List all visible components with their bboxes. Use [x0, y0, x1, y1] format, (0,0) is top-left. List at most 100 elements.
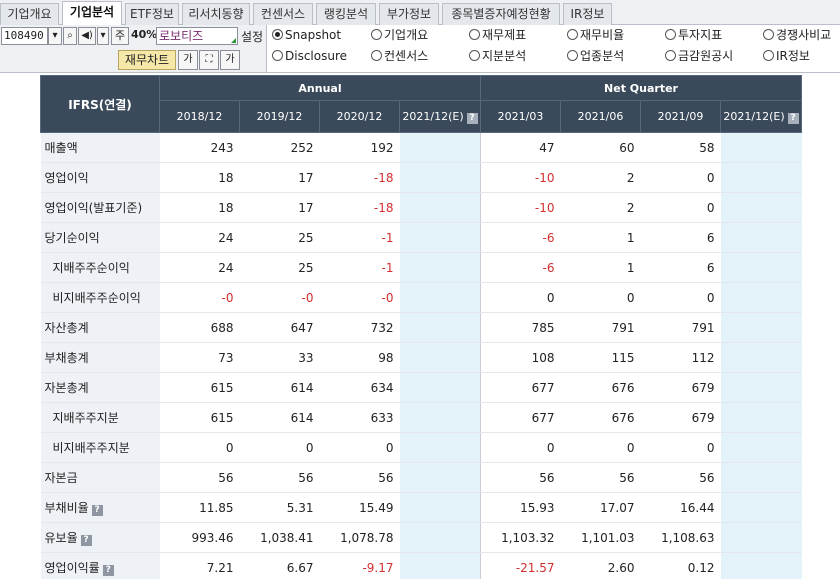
tab-extra-info[interactable]: 부가정보 [379, 3, 439, 25]
row-label[interactable]: 유보율? [40, 522, 160, 553]
period-label: 2021/03 [497, 110, 544, 123]
table-cell: -1 [319, 252, 400, 283]
table-cell: 6 [640, 252, 721, 283]
radio-ir-info[interactable]: IR정보 [763, 47, 810, 65]
table-cell: 18 [159, 192, 240, 223]
table-cell: 0 [560, 282, 641, 313]
row-label-text: 비지배주주순이익 [52, 291, 141, 305]
financial-chart-button[interactable]: 재무차트 [118, 50, 176, 70]
table-cell: 791 [640, 312, 721, 343]
table-cell: 688 [159, 312, 240, 343]
table-cell: 0 [560, 432, 641, 463]
row-label[interactable]: 자본금 [40, 462, 160, 493]
row-label[interactable]: 영업이익률? [40, 552, 160, 579]
table-cell: 33 [239, 342, 320, 373]
radio-fss-disclosure[interactable]: 금감원공시 [665, 47, 733, 65]
period-header: 2020/12 [319, 100, 400, 133]
table-cell [399, 132, 482, 163]
table-cell: 56 [239, 462, 320, 493]
fit-screen-icon[interactable]: ⛶ [199, 50, 219, 70]
tab-consensus[interactable]: 컨센서스 [253, 3, 313, 25]
period-label: 2021/12(E) [402, 109, 464, 123]
row-label[interactable]: 자본총계 [40, 372, 160, 403]
row-label-text: 영업이익률 [44, 561, 100, 575]
table-cell [720, 432, 802, 463]
radio-company-overview[interactable]: 기업개요 [371, 26, 428, 44]
financial-snapshot-table: IFRS(연결) Annual Net Quarter 2018/12 2019/… [40, 75, 802, 579]
row-label[interactable]: 당기순이익 [40, 222, 160, 253]
help-icon[interactable]: ? [91, 505, 103, 516]
help-icon[interactable]: ? [466, 112, 478, 124]
radio-snapshot[interactable]: Snapshot [272, 26, 341, 44]
radio-disclosure[interactable]: Disclosure [272, 47, 347, 65]
table-cell: 1,108.63 [640, 522, 721, 553]
report-type-radio-group: Snapshot 기업개요 재무제표 재무비율 투자지표 경쟁사비교 Discl… [266, 25, 840, 72]
table-cell: 60 [560, 132, 641, 163]
chevron-down-icon[interactable]: ▾ [97, 27, 109, 45]
chevron-down-icon[interactable]: ▾ [48, 27, 62, 45]
radio-industry-analysis[interactable]: 업종분석 [567, 47, 624, 65]
settings-label[interactable]: 설정 [241, 28, 263, 45]
print-icon[interactable]: 가 [220, 50, 240, 70]
table-cell: -10 [480, 162, 561, 193]
row-label-text: 자본총계 [44, 381, 89, 395]
table-cell: 112 [640, 342, 721, 373]
text-size-icon[interactable]: 가 [178, 50, 198, 70]
table-row: 영업이익 18 17 -18 -10 2 0 [40, 162, 802, 193]
row-label[interactable]: 영업이익(발표기준) [40, 192, 160, 223]
speaker-icon[interactable]: ◀) [78, 27, 96, 45]
radio-financial-ratios[interactable]: 재무비율 [567, 26, 624, 44]
table-cell: -18 [319, 162, 400, 193]
row-label-text: 비지배주주지분 [52, 441, 130, 455]
stock-name-field[interactable]: 로보티즈 [156, 27, 238, 45]
row-label[interactable]: 부채총계 [40, 342, 160, 373]
row-label-text: 유보율 [44, 531, 78, 545]
row-label[interactable]: 부채비율? [40, 492, 160, 523]
radio-financial-statements[interactable]: 재무제표 [469, 26, 526, 44]
row-label[interactable]: 비지배주주순이익 [40, 282, 160, 313]
radio-investment-indicators[interactable]: 투자지표 [665, 26, 722, 44]
tab-research-trend[interactable]: 리서치동향 [182, 3, 250, 25]
period-header: 2021/09 [640, 100, 722, 133]
row-label[interactable]: 비지배주주지분 [40, 432, 160, 463]
tab-ranking-analysis[interactable]: 랭킹분석 [316, 3, 376, 25]
table-row: 지배주주지분 615 614 633 677 676 679 [40, 402, 802, 433]
search-icon[interactable]: ⌕ [63, 27, 77, 45]
table-cell: 2 [560, 162, 641, 193]
row-label[interactable]: 자산총계 [40, 312, 160, 343]
table-cell [720, 132, 802, 163]
tab-ir-info[interactable]: IR정보 [563, 3, 612, 25]
table-cell: 24 [159, 222, 240, 253]
table-cell: -6 [480, 222, 561, 253]
radio-shareholding-analysis[interactable]: 지분분석 [469, 47, 526, 65]
row-label[interactable]: 지배주주순이익 [40, 252, 160, 283]
radio-unchecked-icon [371, 29, 382, 40]
row-label-text: 부채총계 [44, 351, 89, 365]
row-label-text: 자본금 [44, 471, 78, 485]
row-label[interactable]: 지배주주지분 [40, 402, 160, 433]
table-cell: 0 [640, 192, 721, 223]
quarter-group-header: Net Quarter [480, 75, 802, 101]
radio-consensus[interactable]: 컨센서스 [371, 47, 428, 65]
period-header: 2021/12(E)? [720, 100, 802, 133]
table-cell: 2.60 [560, 552, 641, 579]
table-cell: 25 [239, 252, 320, 283]
help-icon[interactable]: ? [102, 565, 114, 576]
table-cell: -0 [159, 282, 240, 313]
tab-company-overview[interactable]: 기업개요 [0, 3, 59, 25]
help-icon[interactable]: ? [787, 112, 799, 124]
table-row: 매출액 243 252 192 47 60 58 [40, 132, 802, 163]
table-cell: 676 [560, 402, 641, 433]
tab-capital-increase-schedule[interactable]: 종목별증자예정현황 [442, 3, 560, 25]
week-mode-button[interactable]: 주 [111, 27, 129, 45]
table-cell: 243 [159, 132, 240, 163]
tab-company-analysis[interactable]: 기업분석 [62, 1, 122, 26]
stock-code-input[interactable]: 108490 [1, 27, 48, 45]
row-label[interactable]: 영업이익 [40, 162, 160, 193]
help-icon[interactable]: ? [80, 535, 92, 546]
row-label[interactable]: 매출액 [40, 132, 160, 163]
table-cell [399, 282, 482, 313]
radio-competitor-comparison[interactable]: 경쟁사비교 [763, 26, 831, 44]
table-cell: 785 [480, 312, 561, 343]
tab-etf-info[interactable]: ETF정보 [125, 3, 179, 25]
